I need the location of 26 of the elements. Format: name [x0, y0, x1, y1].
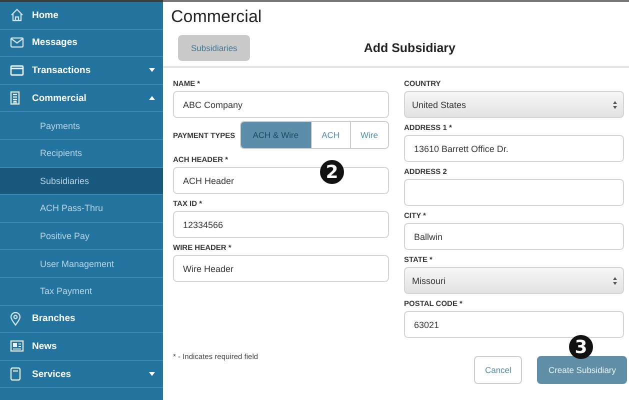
- page-title: Commercial: [170, 6, 263, 28]
- building-icon: [10, 91, 20, 106]
- select-field[interactable]: Missouri: [404, 267, 624, 294]
- input-field[interactable]: 13610 Barrett Office Dr.: [404, 135, 624, 162]
- newspaper-icon: [10, 340, 24, 352]
- select-field[interactable]: United States: [404, 91, 624, 118]
- sidebar-subitem[interactable]: Subsidiaries: [0, 168, 163, 196]
- updown-arrows-icon: [613, 100, 617, 108]
- input-field[interactable]: 12334566: [173, 211, 389, 238]
- map-pin-icon: [10, 312, 21, 326]
- step-number-badge: 2: [320, 160, 344, 184]
- input-field[interactable]: ABC Company: [173, 91, 389, 118]
- envelope-icon: [10, 37, 24, 48]
- home-icon: [10, 8, 24, 22]
- input-field[interactable]: Ballwin: [404, 223, 624, 250]
- subsidiaries-button[interactable]: Subsidiaries: [178, 35, 250, 61]
- card-icon: [10, 64, 24, 76]
- input-field[interactable]: 63021: [404, 311, 624, 338]
- form-heading: Add Subsidiary: [362, 41, 456, 55]
- input-field[interactable]: [404, 179, 624, 206]
- create-subsidiary-button[interactable]: Create Subsidiary: [537, 356, 627, 384]
- cancel-button[interactable]: Cancel: [474, 356, 522, 384]
- input-field[interactable]: Wire Header: [173, 255, 389, 282]
- updown-arrows-icon: [613, 276, 617, 284]
- segment-option[interactable]: Wire: [350, 122, 388, 148]
- segment-option[interactable]: ACH & Wire: [240, 122, 311, 148]
